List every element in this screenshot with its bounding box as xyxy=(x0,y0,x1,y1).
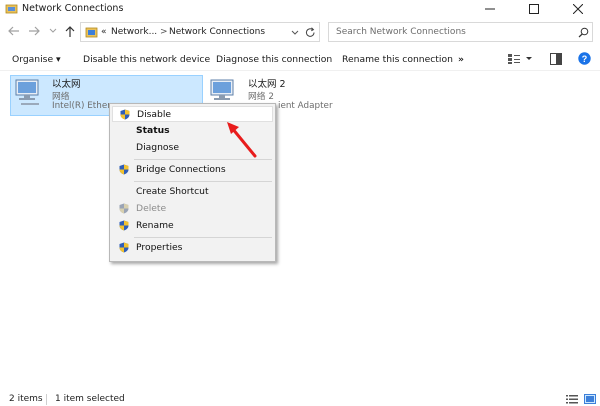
maximize-icon xyxy=(529,3,539,14)
annotation-arrow-icon xyxy=(227,122,257,158)
breadcrumb-overflow[interactable]: « xyxy=(101,27,107,37)
menu-item-label: Delete xyxy=(136,203,167,214)
window-title: Network Connections xyxy=(22,3,124,14)
status-divider xyxy=(46,394,47,405)
breadcrumb-network[interactable]: Network... xyxy=(111,27,157,37)
title-bar: Network Connections xyxy=(0,0,600,17)
details-view-icon[interactable] xyxy=(566,394,578,404)
preview-pane-icon[interactable] xyxy=(550,53,562,65)
search-icon xyxy=(578,27,589,38)
network-adapter-icon xyxy=(15,79,39,105)
menu-item-create-shortcut[interactable]: Create Shortcut xyxy=(112,184,273,200)
menu-item-bridge-connections[interactable]: Bridge Connections xyxy=(112,162,273,178)
more-commands-button[interactable]: » xyxy=(458,54,464,65)
menu-item-label: Disable xyxy=(137,109,172,120)
up-arrow-icon xyxy=(65,26,75,37)
connection-adapter: ient Adapter xyxy=(278,101,333,111)
help-icon[interactable]: ? xyxy=(578,52,591,65)
search-box[interactable]: Search Network Connections xyxy=(328,22,593,42)
address-bar[interactable]: « Network... > Network Connections xyxy=(80,22,320,42)
refresh-icon[interactable] xyxy=(305,27,316,38)
svg-text:?: ? xyxy=(582,54,588,64)
breadcrumb-network-connections[interactable]: Network Connections xyxy=(169,27,265,37)
menu-item-label: Create Shortcut xyxy=(136,186,209,197)
menu-item-delete: Delete xyxy=(112,201,273,217)
connection-name: 以太网 xyxy=(52,79,81,90)
menu-item-label: Bridge Connections xyxy=(136,164,226,175)
network-folder-icon xyxy=(5,4,18,14)
menu-separator xyxy=(134,181,272,182)
maximize-button[interactable] xyxy=(512,0,556,17)
connection-name: 以太网 2 xyxy=(248,79,286,90)
menu-item-rename[interactable]: Rename xyxy=(112,218,273,234)
rename-connection-button[interactable]: Rename this connection xyxy=(342,54,453,65)
network-connections-icon xyxy=(85,27,98,38)
menu-item-label: Diagnose xyxy=(136,142,179,153)
menu-item-label: Status xyxy=(136,125,170,136)
close-icon xyxy=(573,3,583,14)
diagnose-connection-button[interactable]: Diagnose this connection xyxy=(216,54,332,65)
forward-arrow-icon xyxy=(29,26,40,36)
disable-device-button[interactable]: Disable this network device xyxy=(83,54,210,65)
uac-shield-icon xyxy=(119,242,129,253)
recent-locations-button[interactable] xyxy=(45,26,61,40)
breadcrumb-separator-icon: > xyxy=(160,27,168,37)
organise-menu[interactable]: Organise ▾ xyxy=(12,54,61,65)
status-selection: 1 item selected xyxy=(55,394,125,404)
status-item-count: 2 items xyxy=(9,394,43,404)
uac-shield-icon xyxy=(119,203,129,214)
chevron-down-icon xyxy=(49,28,57,33)
command-bar: Organise ▾ Disable this network device D… xyxy=(0,48,600,71)
connection-adapter: Intel(R) Ethern xyxy=(52,101,117,111)
search-input[interactable]: Search Network Connections xyxy=(336,27,466,37)
back-button[interactable] xyxy=(6,26,22,40)
minimize-button[interactable] xyxy=(468,0,512,17)
address-dropdown-icon[interactable] xyxy=(291,29,299,37)
back-arrow-icon xyxy=(8,26,19,36)
change-view-icon[interactable] xyxy=(507,53,521,65)
menu-item-label: Properties xyxy=(136,242,183,253)
view-options-dropdown-icon[interactable] xyxy=(525,56,533,62)
large-icons-view-icon[interactable] xyxy=(584,394,596,404)
uac-shield-icon xyxy=(119,220,129,231)
uac-shield-icon xyxy=(120,109,130,120)
uac-shield-icon xyxy=(119,164,129,175)
connection-status: 网络 2 xyxy=(248,92,274,102)
menu-item-label: Rename xyxy=(136,220,174,231)
menu-item-properties[interactable]: Properties xyxy=(112,240,273,256)
forward-button[interactable] xyxy=(26,26,42,40)
up-button[interactable] xyxy=(62,26,78,40)
close-button[interactable] xyxy=(556,0,600,17)
minimize-icon xyxy=(485,8,495,9)
menu-separator xyxy=(134,237,272,238)
